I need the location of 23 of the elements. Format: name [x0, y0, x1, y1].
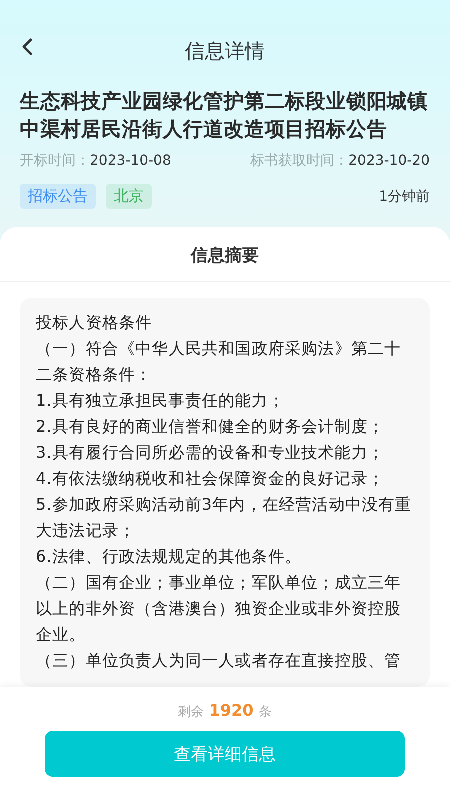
summary-paragraph: 1.具有独立承担民事责任的能力； [36, 390, 286, 412]
summary-paragraph: 3.具有履行合同所必需的设备和专业技术能力； [36, 442, 386, 464]
section-heading: 信息摘要 [0, 227, 450, 282]
view-details-button[interactable]: 查看详细信息 [45, 731, 405, 777]
remaining-label: 剩余 [178, 704, 204, 721]
summary-paragraph: （三）单位负责人为同一人或者存在直接控股、管 [36, 650, 402, 672]
page-title: 信息详情 [185, 38, 265, 64]
tag-label: 北京 [106, 184, 152, 209]
tag-label: 招标公告 [20, 184, 96, 209]
notice-title: 生态科技产业园绿化管护第二标段业锁阳城镇中渠村居民沿街人行道改造项目招标公告 [20, 88, 429, 143]
summary-paragraph: （二）国有企业；事业单位；军队单位；成立三年以上的非外资（含港澳台）独资企业或非外资控股企业。 [36, 572, 402, 646]
summary-paragraph: 投标人资格条件 [36, 312, 154, 334]
summary-paragraph: 2.具有良好的商业信誉和健全的财务会计制度； [36, 416, 386, 438]
summary-paragraph: 4.有依法缴纳税收和社会保障资金的良好记录； [36, 468, 386, 490]
date-text: 开标时间：2023-10-08 [20, 152, 172, 170]
summary-paragraph: 5.参加政府采购活动前3年内，在经营活动中没有重大违法记录； [36, 494, 413, 542]
back-icon[interactable] [22, 38, 32, 56]
summary-paragraph: （一）符合《中华人民共和国政府采购法》第二十二条资格条件： [36, 338, 402, 386]
remaining-unit: 条 [258, 704, 272, 721]
time-ago: 1分钟前 [379, 188, 430, 206]
summary-paragraph: 6.法律、行政法规规定的其他条件。 [36, 546, 302, 568]
remaining-count: 1920 [209, 701, 254, 720]
date-text: 标书获取时间：2023-10-20 [250, 152, 430, 170]
